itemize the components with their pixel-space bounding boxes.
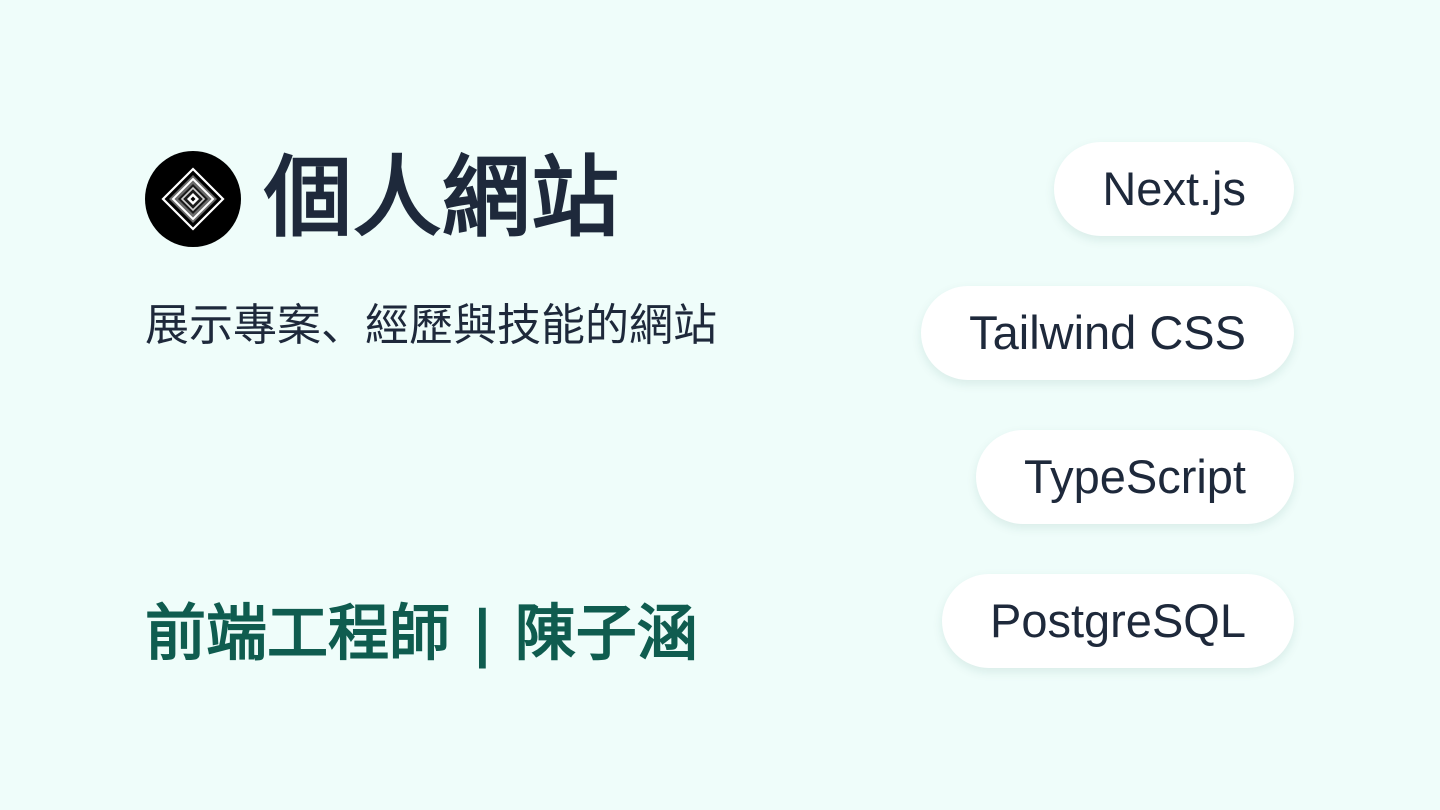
tech-tag-typescript: TypeScript bbox=[975, 430, 1294, 524]
tech-stack-tags: Next.js Tailwind CSS TypeScript PostgreS… bbox=[921, 142, 1294, 668]
tech-tag-tailwind-css: Tailwind CSS bbox=[921, 286, 1294, 380]
tech-tag-nextjs: Next.js bbox=[1054, 142, 1294, 236]
project-card: 個人網站 展示專案、經歷與技能的網站 前端工程師 | 陳子涵 Next.js T… bbox=[0, 0, 1440, 810]
author-role: 前端工程師 | 陳子涵 bbox=[145, 598, 698, 669]
tech-tag-postgresql: PostgreSQL bbox=[941, 574, 1294, 668]
site-title: 個人網站 bbox=[264, 146, 621, 249]
diamond-logo-icon bbox=[145, 151, 241, 247]
site-subtitle: 展示專案、經歷與技能的網站 bbox=[145, 300, 717, 351]
